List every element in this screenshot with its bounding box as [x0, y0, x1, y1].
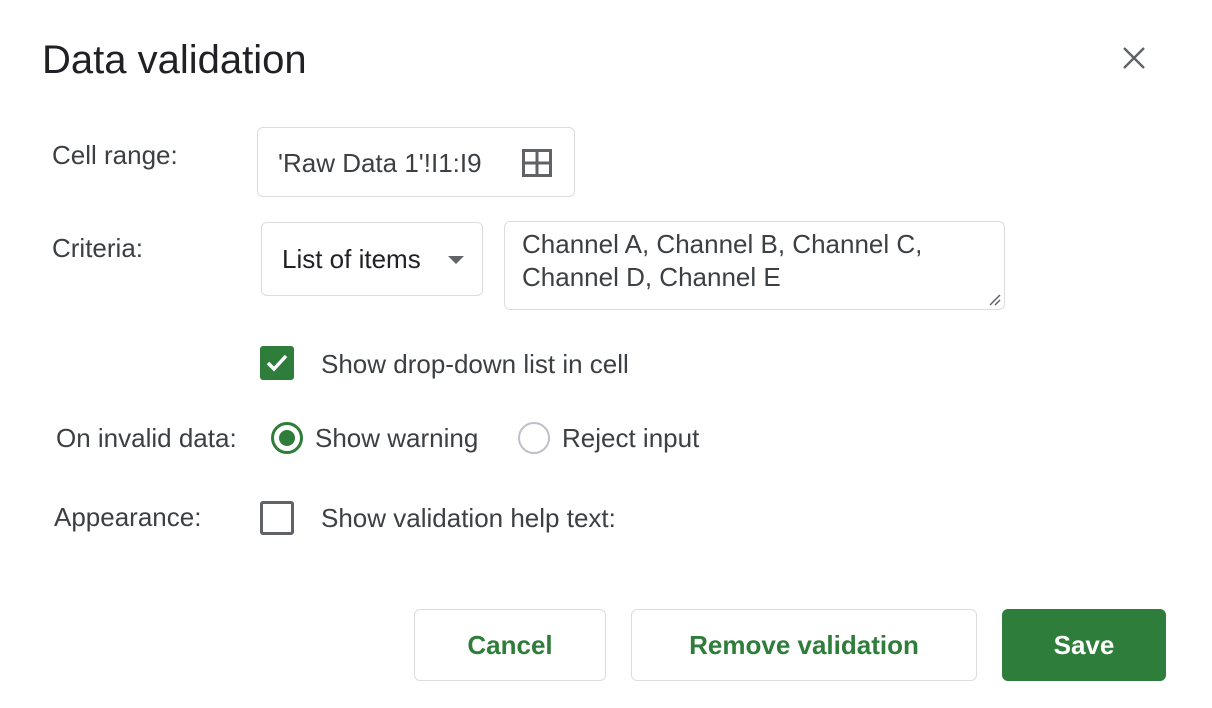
show-dropdown-checkbox[interactable]: [260, 346, 294, 380]
dialog-title: Data validation: [42, 38, 307, 82]
cancel-button[interactable]: Cancel: [414, 609, 606, 681]
appearance-label: Appearance:: [54, 502, 202, 532]
criteria-label: Criteria:: [52, 233, 144, 263]
resize-handle-icon[interactable]: [987, 292, 1001, 306]
grid-icon[interactable]: [522, 149, 552, 177]
reject-input-radio[interactable]: [518, 422, 550, 454]
cell-range-input[interactable]: 'Raw Data 1'!I1:I9: [257, 127, 575, 197]
data-validation-dialog: Data validation Cell range: 'Raw Data 1'…: [0, 0, 1212, 708]
save-button[interactable]: Save: [1002, 609, 1166, 681]
show-dropdown-label: Show drop-down list in cell: [321, 349, 629, 379]
criteria-type-value: List of items: [282, 244, 421, 274]
criteria-type-select[interactable]: List of items: [261, 222, 483, 296]
close-icon: [1123, 47, 1145, 69]
show-help-text-label: Show validation help text:: [321, 503, 616, 533]
invalid-data-label: On invalid data:: [56, 423, 237, 453]
list-items-textarea[interactable]: Channel A, Channel B, Channel C, Channel…: [504, 221, 1005, 310]
chevron-down-icon: [448, 256, 464, 264]
show-warning-radio[interactable]: [271, 422, 303, 454]
checkmark-icon: [266, 354, 288, 372]
remove-validation-button[interactable]: Remove validation: [631, 609, 977, 681]
show-warning-label: Show warning: [315, 423, 479, 453]
show-help-text-checkbox[interactable]: [260, 501, 294, 535]
list-items-value: Channel A, Channel B, Channel C, Channel…: [522, 229, 923, 292]
close-button[interactable]: [1114, 38, 1154, 78]
cell-range-value: 'Raw Data 1'!I1:I9: [278, 148, 482, 178]
cell-range-label: Cell range:: [52, 140, 178, 170]
reject-input-label: Reject input: [562, 423, 700, 453]
